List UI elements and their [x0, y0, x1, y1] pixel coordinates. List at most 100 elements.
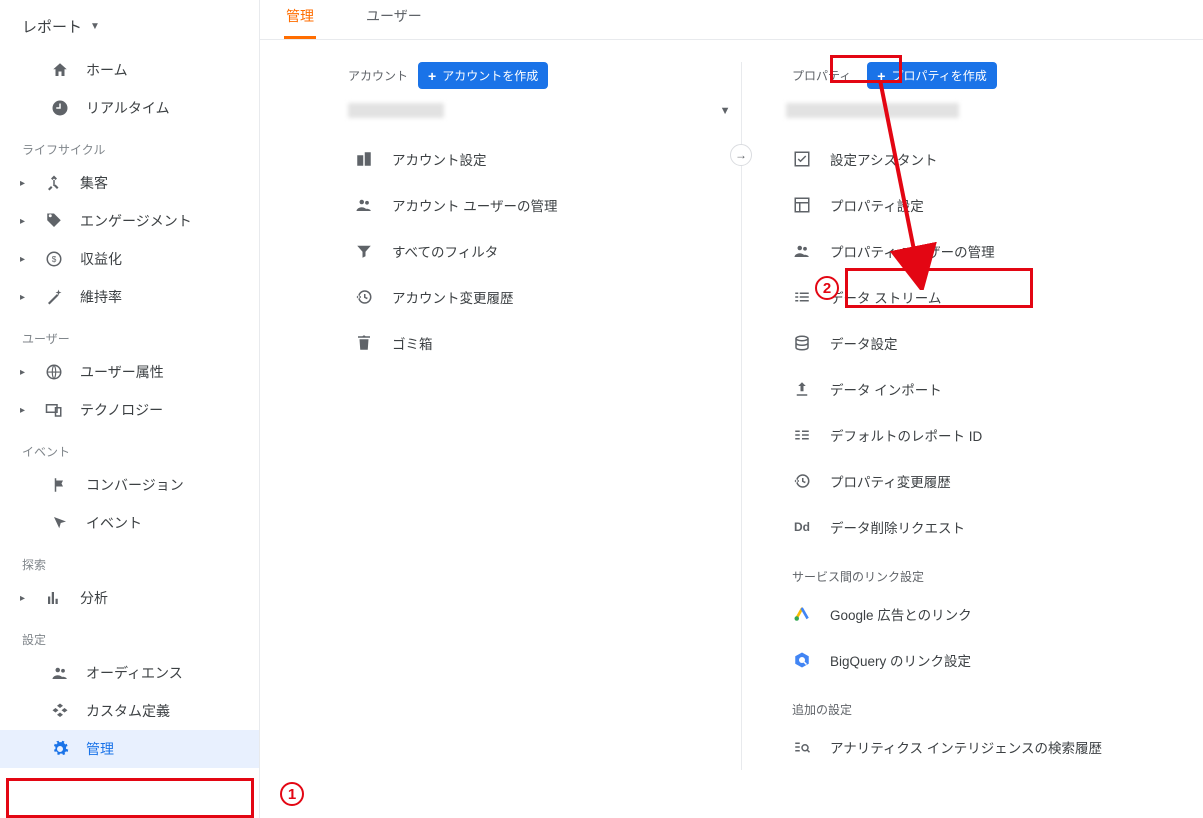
cursor-icon [50, 514, 70, 532]
nav-label: イベント [86, 513, 142, 533]
nav-home[interactable]: ホーム [0, 51, 259, 89]
setup-assistant[interactable]: 設定アシスタント [786, 136, 1153, 182]
nav-events[interactable]: イベント [0, 504, 259, 542]
expand-icon[interactable]: ▸ [20, 216, 28, 227]
property-name-blurred: XXXXXXXX XXXXXXXXXX [786, 103, 959, 118]
nav-audiences[interactable]: オーディエンス [0, 654, 259, 692]
account-settings[interactable]: アカウント設定 [348, 136, 731, 182]
data-settings[interactable]: データ設定 [786, 320, 1153, 366]
nav-acquisition[interactable]: ▸ 集客 [0, 164, 259, 202]
expand-icon[interactable]: ▸ [20, 178, 28, 189]
trash-icon [354, 334, 374, 352]
chevron-down-icon: ▼ [720, 105, 731, 117]
tab-user[interactable]: ユーザー [364, 0, 424, 39]
all-filters[interactable]: すべてのフィルタ [348, 228, 731, 274]
property-selector[interactable]: XXXXXXXX XXXXXXXXXX [786, 97, 1153, 136]
nav-label: テクノロジー [80, 400, 163, 420]
nav-monetization[interactable]: ▸ $ 収益化 [0, 240, 259, 278]
setting-label: プロパティ設定 [830, 195, 924, 215]
google-ads-icon [792, 605, 812, 623]
nav-admin[interactable]: 管理 [0, 730, 259, 768]
trash[interactable]: ゴミ箱 [348, 320, 731, 366]
analytics-intelligence-history[interactable]: アナリティクス インテリジェンスの検索履歴 [786, 724, 1153, 770]
report-dropdown[interactable]: レポート ▼ [0, 8, 259, 51]
setting-label: Google 広告とのリンク [830, 604, 972, 624]
search-history-icon [792, 738, 812, 756]
create-account-label: アカウントを作成 [442, 67, 538, 84]
nav-realtime[interactable]: リアルタイム [0, 89, 259, 127]
account-label: アカウント [348, 67, 408, 84]
nav-tech[interactable]: ▸ テクノロジー [0, 391, 259, 429]
nav-demographics[interactable]: ▸ ユーザー属性 [0, 353, 259, 391]
expand-icon[interactable]: ▸ [20, 292, 28, 303]
data-deletion-request[interactable]: Dd データ削除リクエスト [786, 504, 1153, 550]
property-user-management[interactable]: プロパティ ユーザーの管理 [786, 228, 1153, 274]
chart-icon [44, 589, 64, 607]
linking-subhead: サービス間のリンク設定 [786, 550, 1153, 591]
nav-label: コンバージョン [86, 475, 184, 495]
history-icon [792, 472, 812, 490]
section-user: ユーザー [0, 316, 259, 353]
account-name-blurred: XXXXXXXXXX [348, 103, 444, 118]
nav-engagement[interactable]: ▸ エンゲージメント [0, 202, 259, 240]
globe-icon [44, 363, 64, 381]
main-panel: 管理 ユーザー アカウント + アカウントを作成 XXXXXXXXXX ▼ [260, 0, 1203, 818]
nav-custom-definitions[interactable]: カスタム定義 [0, 692, 259, 730]
data-import[interactable]: データ インポート [786, 366, 1153, 412]
wand-icon [44, 288, 64, 306]
people-icon [50, 664, 70, 682]
account-user-management[interactable]: アカウント ユーザーの管理 [348, 182, 731, 228]
property-settings[interactable]: プロパティ設定 [786, 182, 1153, 228]
history-icon [354, 288, 374, 306]
google-ads-link[interactable]: Google 広告とのリンク [786, 591, 1153, 637]
setting-label: アカウント変更履歴 [392, 287, 514, 307]
setting-label: アカウント ユーザーの管理 [392, 195, 557, 215]
setting-label: すべてのフィルタ [392, 241, 498, 261]
nav-retention[interactable]: ▸ 維持率 [0, 278, 259, 316]
nav-analysis[interactable]: ▸ 分析 [0, 579, 259, 617]
nav-label: カスタム定義 [86, 701, 170, 721]
expand-icon[interactable]: ▸ [20, 405, 28, 416]
section-explore: 探索 [0, 542, 259, 579]
account-change-history[interactable]: アカウント変更履歴 [348, 274, 731, 320]
expand-icon[interactable]: ▸ [20, 367, 28, 378]
report-dropdown-label: レポート [22, 16, 82, 37]
nav-label: 収益化 [80, 249, 122, 269]
setting-label: BigQuery のリンク設定 [830, 650, 971, 670]
tag-icon [44, 212, 64, 230]
stream-icon [792, 288, 812, 306]
expand-icon[interactable]: ▸ [20, 254, 28, 265]
section-lifecycle: ライフサイクル [0, 127, 259, 164]
bigquery-link[interactable]: BigQuery のリンク設定 [786, 637, 1153, 683]
column-nav-button[interactable]: → [730, 144, 752, 166]
setting-label: データ インポート [830, 379, 942, 399]
tabs: 管理 ユーザー [260, 0, 1203, 40]
blocks-icon [50, 702, 70, 720]
nav-conversions[interactable]: コンバージョン [0, 466, 259, 504]
people-icon [354, 196, 374, 214]
people-icon [792, 242, 812, 260]
expand-icon[interactable]: ▸ [20, 593, 28, 604]
section-event: イベント [0, 429, 259, 466]
devices-icon [44, 401, 64, 419]
default-report-id[interactable]: デフォルトのレポート ID [786, 412, 1153, 458]
create-account-button[interactable]: + アカウントを作成 [418, 62, 548, 89]
section-settings: 設定 [0, 617, 259, 654]
database-icon [792, 334, 812, 352]
bigquery-icon [792, 651, 812, 669]
setting-label: デフォルトのレポート ID [830, 425, 982, 445]
reportid-icon [792, 426, 812, 444]
layout-icon [792, 196, 812, 214]
data-streams[interactable]: データ ストリーム [786, 274, 1153, 320]
setting-label: データ ストリーム [830, 287, 941, 307]
account-selector[interactable]: XXXXXXXXXX ▼ [348, 97, 731, 136]
nav-label: ユーザー属性 [80, 362, 164, 382]
tab-admin[interactable]: 管理 [284, 0, 316, 39]
create-property-button[interactable]: + プロパティを作成 [867, 62, 996, 89]
annotation-number-2: 2 [815, 276, 839, 300]
setting-label: アナリティクス インテリジェンスの検索履歴 [830, 737, 1102, 757]
setting-label: プロパティ変更履歴 [830, 471, 951, 491]
chevron-down-icon: ▼ [90, 21, 100, 32]
property-change-history[interactable]: プロパティ変更履歴 [786, 458, 1153, 504]
setting-label: 設定アシスタント [830, 149, 937, 169]
